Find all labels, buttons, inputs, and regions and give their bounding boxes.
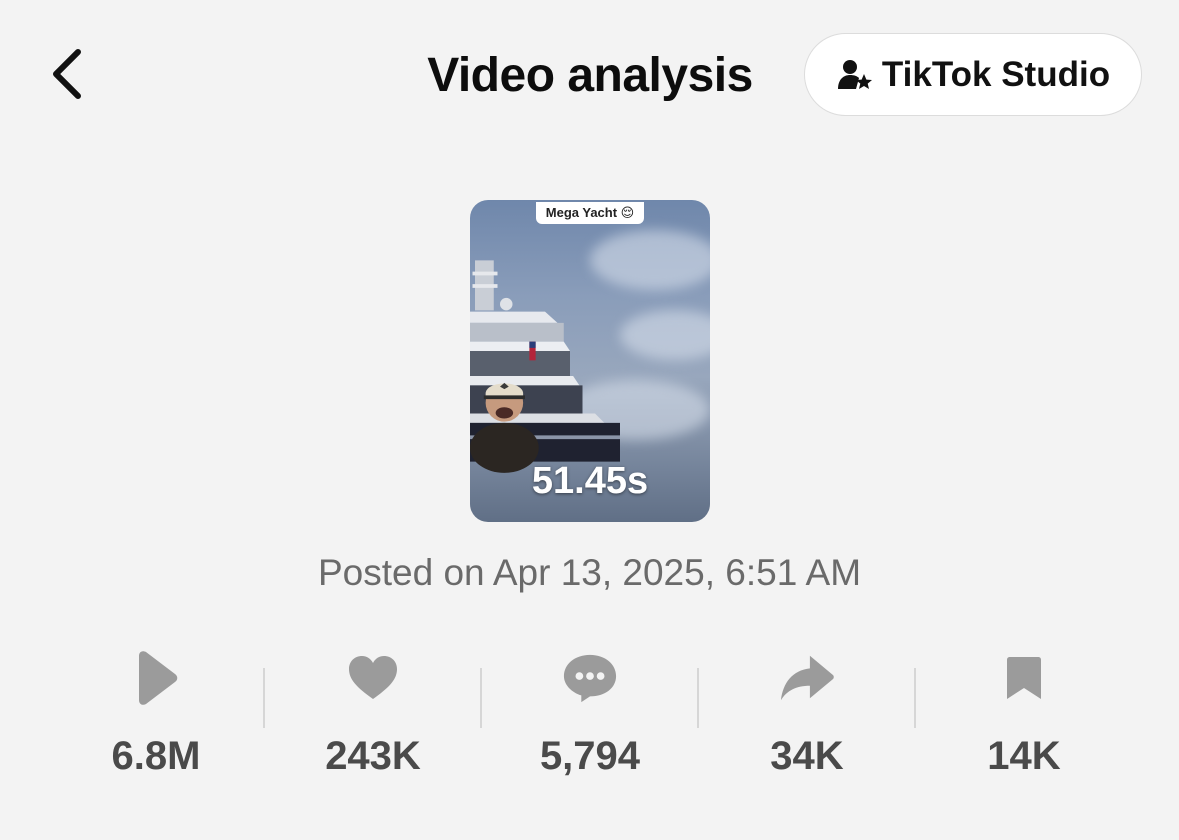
play-icon <box>128 650 184 706</box>
tiktok-studio-button[interactable]: TikTok Studio <box>804 33 1142 116</box>
comment-icon <box>562 650 618 706</box>
likes-count: 243K <box>325 734 421 778</box>
stat-views[interactable]: 6.8M <box>48 640 264 790</box>
bookmark-icon <box>996 650 1052 706</box>
tiktok-studio-label: TikTok Studio <box>881 54 1111 94</box>
comments-count: 5,794 <box>539 734 641 778</box>
video-caption: Mega Yacht 😌 <box>536 202 644 224</box>
chevron-left-icon <box>48 46 88 107</box>
views-count: 6.8M <box>111 734 201 778</box>
page-title: Video analysis <box>427 49 753 102</box>
shares-count: 34K <box>770 734 844 778</box>
back-button[interactable] <box>38 44 98 108</box>
video-thumbnail[interactable]: Mega Yacht 😌 51.45s <box>470 200 710 522</box>
share-icon <box>779 650 835 706</box>
stat-saves[interactable]: 14K <box>916 640 1132 790</box>
saves-count: 14K <box>987 734 1061 778</box>
creator-star-icon <box>836 56 874 94</box>
posted-date: Posted on Apr 13, 2025, 6:51 AM <box>317 552 862 593</box>
stat-likes[interactable]: 243K <box>265 640 481 790</box>
stats-row: 6.8M 243K 5,794 34K 14K <box>48 640 1131 790</box>
stat-shares[interactable]: 34K <box>699 640 915 790</box>
video-duration: 51.45s <box>531 460 649 502</box>
heart-icon <box>345 650 401 706</box>
stat-comments[interactable]: 5,794 <box>482 640 698 790</box>
